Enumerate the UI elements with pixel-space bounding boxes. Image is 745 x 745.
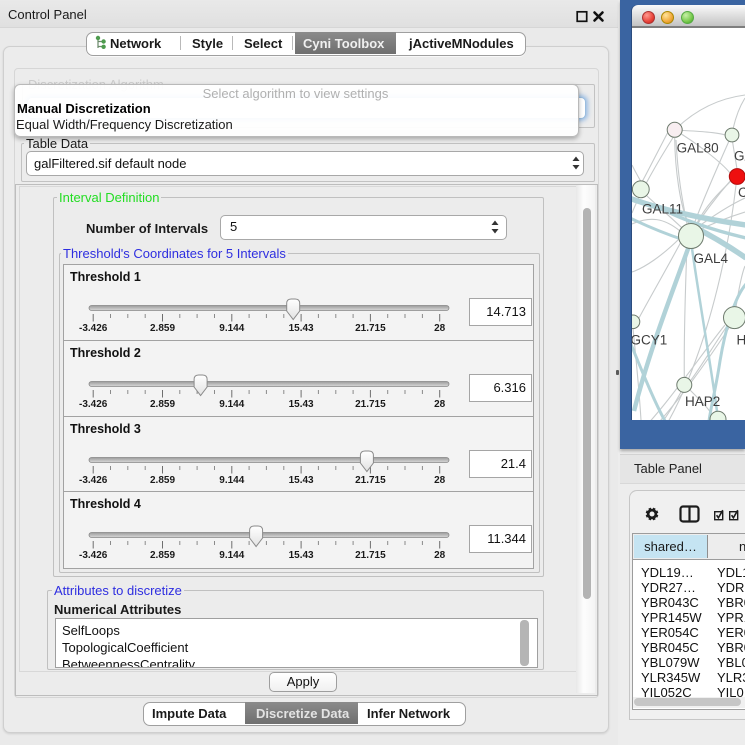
svg-text:9.144: 9.144 (219, 323, 244, 334)
svg-text:-3.426: -3.426 (79, 323, 108, 334)
svg-text:28: 28 (434, 475, 446, 486)
svg-text:2.859: 2.859 (150, 475, 175, 486)
svg-text:15.43: 15.43 (289, 550, 314, 561)
svg-text:2.859: 2.859 (150, 550, 175, 561)
svg-text:9.144: 9.144 (219, 475, 244, 486)
svg-text:H: H (737, 333, 745, 348)
svg-text:15.43: 15.43 (289, 475, 314, 486)
svg-text:15.43: 15.43 (289, 323, 314, 334)
svg-text:2.859: 2.859 (150, 323, 175, 334)
svg-text:HAP2: HAP2 (685, 394, 720, 409)
svg-text:GCY1: GCY1 (632, 333, 667, 348)
svg-text:9.144: 9.144 (219, 550, 244, 561)
svg-text:GA: GA (734, 149, 745, 164)
svg-text:28: 28 (434, 550, 446, 561)
svg-text:-3.426: -3.426 (79, 475, 108, 486)
svg-text:21.715: 21.715 (355, 550, 386, 561)
svg-text:GAL11: GAL11 (642, 202, 683, 217)
svg-text:28: 28 (434, 323, 446, 334)
svg-text:28: 28 (434, 399, 446, 410)
svg-text:GAL80: GAL80 (677, 141, 719, 156)
svg-text:C: C (738, 185, 745, 200)
svg-text:21.715: 21.715 (355, 323, 386, 334)
svg-text:21.715: 21.715 (355, 475, 386, 486)
svg-text:GAL4: GAL4 (694, 251, 729, 266)
svg-text:15.43: 15.43 (289, 399, 314, 410)
svg-text:-3.426: -3.426 (79, 399, 108, 410)
svg-text:2.859: 2.859 (150, 399, 175, 410)
svg-text:21.715: 21.715 (355, 399, 386, 410)
svg-text:-3.426: -3.426 (79, 550, 108, 561)
svg-text:9.144: 9.144 (219, 399, 244, 410)
